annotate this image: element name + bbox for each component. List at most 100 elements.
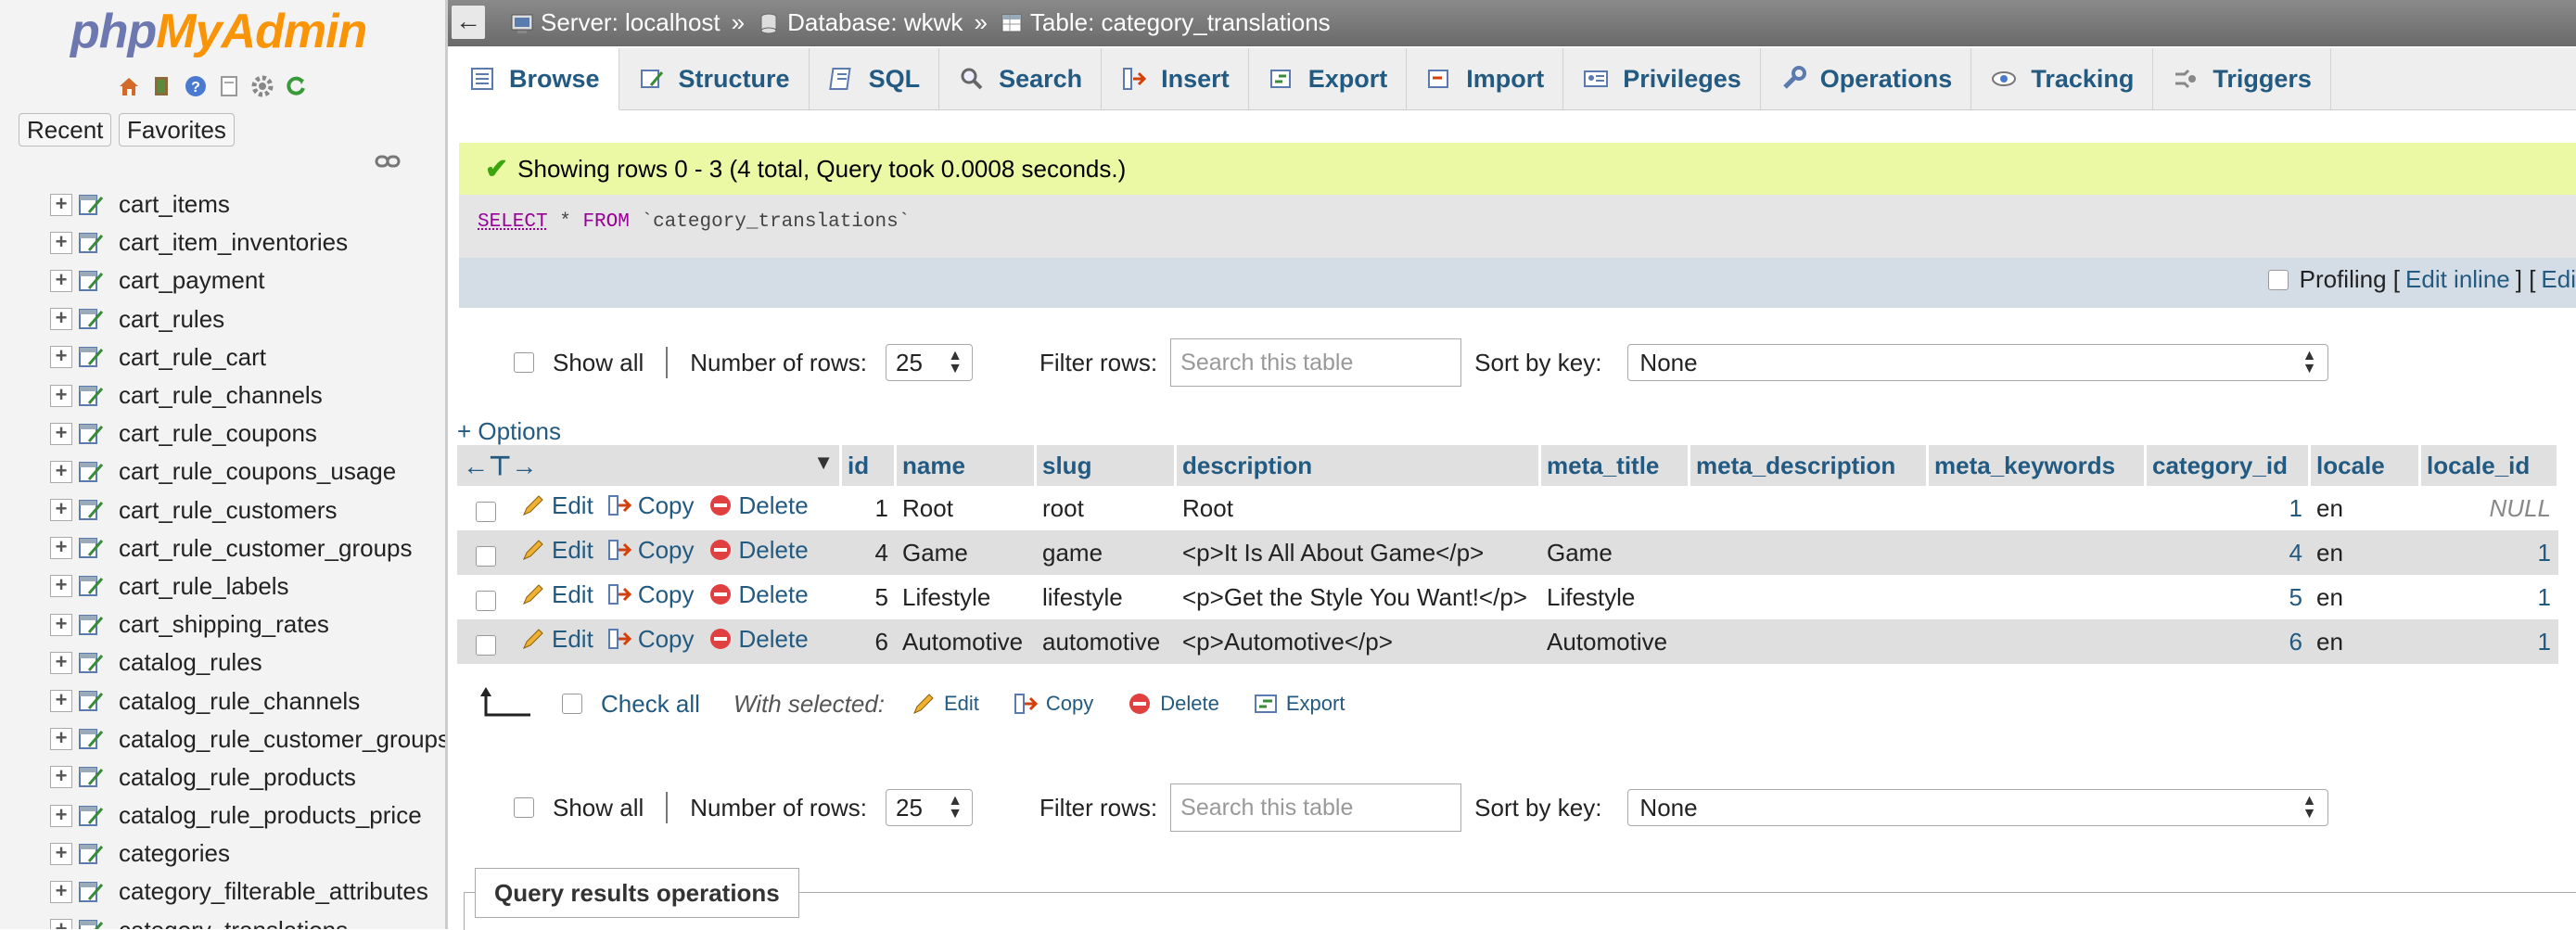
column-locale-id[interactable]: locale_id — [2419, 445, 2559, 486]
sidebar-item-cart-rule-coupons[interactable]: + cart_rule_coupons — [50, 414, 445, 452]
cell-description[interactable]: <p>Get the Style You Want!</p> — [1175, 575, 1540, 619]
tab-insert[interactable]: Insert — [1102, 48, 1249, 109]
sidebar-item-catalog-rule-products-price[interactable]: + catalog_rule_products_price — [50, 796, 445, 834]
cell-name[interactable]: Game — [895, 530, 1036, 575]
row-edit-button[interactable]: Edit — [520, 580, 593, 609]
row-checkbox[interactable] — [476, 591, 496, 612]
sidebar-item-cart-item-inventories[interactable]: + cart_item_inventories — [50, 223, 445, 261]
show-all-checkbox[interactable] — [514, 797, 534, 818]
tab-tracking[interactable]: Tracking — [1971, 48, 2154, 109]
sidebar-item-cart-rules[interactable]: + cart_rules — [50, 300, 445, 338]
cell-meta-title[interactable]: Lifestyle — [1539, 575, 1690, 619]
expand-plus-icon[interactable]: + — [50, 613, 72, 636]
breadcrumb-table[interactable]: Table: category_translations — [999, 8, 1331, 37]
sidebar-item-catalog-rule-products[interactable]: + catalog_rule_products — [50, 758, 445, 796]
breadcrumb-database[interactable]: Database: wkwk — [756, 8, 963, 37]
show-all-checkbox[interactable] — [514, 352, 534, 373]
column-name[interactable]: name — [895, 445, 1037, 486]
sort-by-key-select[interactable]: None ▲ ▼ — [1627, 789, 2329, 826]
tab-import[interactable]: Import — [1407, 48, 1564, 109]
cell-locale[interactable]: en — [2309, 619, 2420, 664]
table-structure-icon[interactable] — [78, 841, 106, 867]
row-checkbox[interactable] — [476, 546, 496, 567]
cell-locale[interactable]: en — [2309, 530, 2420, 575]
expand-plus-icon[interactable]: + — [50, 804, 72, 827]
sort-dropdown-icon[interactable]: ▼ — [813, 451, 834, 475]
sql-query[interactable]: SELECT * FROM `category_translations` — [478, 211, 910, 233]
column-meta-title[interactable]: meta_title — [1539, 445, 1690, 486]
table-structure-icon[interactable] — [78, 803, 106, 829]
sidebar-item-cart-rule-channels[interactable]: + cart_rule_channels — [50, 376, 445, 414]
home-icon[interactable] — [115, 72, 143, 100]
cell-meta-keywords[interactable] — [1927, 486, 2146, 530]
cell-category-id[interactable]: 5 — [2145, 575, 2310, 619]
cell-description[interactable]: <p>Automotive</p> — [1175, 619, 1540, 664]
table-structure-icon[interactable] — [78, 230, 106, 256]
reload-icon[interactable] — [282, 72, 310, 100]
collapse-navigation-button[interactable]: ← — [452, 6, 485, 39]
table-structure-icon[interactable] — [78, 726, 106, 752]
column-category-id[interactable]: category_id — [2145, 445, 2311, 486]
logout-icon[interactable] — [148, 72, 176, 100]
cell-meta-description[interactable] — [1689, 619, 1928, 664]
table-structure-icon[interactable] — [78, 688, 106, 714]
cell-meta-keywords[interactable] — [1927, 530, 2146, 575]
table-structure-icon[interactable] — [78, 573, 106, 599]
table-structure-icon[interactable] — [78, 344, 106, 370]
number-of-rows-select[interactable]: 25 ▲ ▼ — [886, 344, 974, 381]
filter-rows-input[interactable]: Search this table — [1170, 783, 1462, 832]
row-delete-button[interactable]: Delete — [708, 536, 809, 565]
sidebar-item-catalog-rule-channels[interactable]: + catalog_rule_channels — [50, 682, 445, 720]
row-edit-button[interactable]: Edit — [520, 625, 593, 654]
expand-plus-icon[interactable]: + — [50, 460, 72, 483]
profiling-checkbox[interactable] — [2267, 269, 2289, 290]
cell-meta-description[interactable] — [1689, 575, 1928, 619]
cell-slug[interactable]: root — [1035, 486, 1176, 530]
cell-name[interactable]: Root — [895, 486, 1036, 530]
expand-plus-icon[interactable]: + — [50, 728, 72, 751]
expand-plus-icon[interactable]: + — [50, 193, 72, 216]
row-checkbox[interactable] — [476, 635, 496, 656]
sidebar-item-cart-rule-cart[interactable]: + cart_rule_cart — [50, 338, 445, 376]
cell-locale[interactable]: en — [2309, 486, 2420, 530]
cell-category-id[interactable]: 6 — [2145, 619, 2310, 664]
table-structure-icon[interactable] — [78, 650, 106, 676]
cell-meta-keywords[interactable] — [1927, 619, 2146, 664]
number-of-rows-select[interactable]: 25 ▲ ▼ — [886, 789, 974, 826]
sidebar-item-catalog-rules[interactable]: + catalog_rules — [50, 643, 445, 682]
cell-meta-description[interactable] — [1689, 486, 1928, 530]
expand-plus-icon[interactable]: + — [50, 384, 72, 407]
recent-tab[interactable]: Recent — [19, 113, 112, 147]
table-structure-icon[interactable] — [78, 612, 106, 638]
table-structure-icon[interactable] — [78, 879, 106, 905]
row-copy-button[interactable]: Copy — [606, 536, 695, 565]
row-delete-button[interactable]: Delete — [708, 625, 809, 654]
tab-privileges[interactable]: Privileges — [1563, 48, 1761, 109]
table-structure-icon[interactable] — [78, 459, 106, 485]
column-locale[interactable]: locale — [2309, 445, 2421, 486]
breadcrumb-server[interactable]: Server: localhost — [509, 8, 721, 37]
tab-operations[interactable]: Operations — [1761, 48, 1972, 109]
cell-meta-title[interactable]: Automotive — [1539, 619, 1690, 664]
table-structure-icon[interactable] — [78, 268, 106, 294]
row-delete-button[interactable]: Delete — [708, 491, 809, 520]
sidebar-item-catalog-rule-customer-groups[interactable]: + catalog_rule_customer_groups — [50, 720, 445, 758]
tab-browse[interactable]: Browse — [450, 48, 619, 110]
expand-plus-icon[interactable]: + — [50, 537, 72, 560]
sidebar-item-cart-payment[interactable]: + cart_payment — [50, 261, 445, 299]
table-structure-icon[interactable] — [78, 917, 106, 929]
row-copy-button[interactable]: Copy — [606, 491, 695, 520]
cell-slug[interactable]: lifestyle — [1035, 575, 1176, 619]
sql-keyword-select[interactable]: SELECT — [478, 211, 548, 233]
table-structure-icon[interactable] — [78, 764, 106, 790]
row-copy-button[interactable]: Copy — [606, 625, 695, 654]
filter-rows-input[interactable]: Search this table — [1170, 338, 1462, 387]
help-icon[interactable]: ? — [182, 72, 210, 100]
row-edit-button[interactable]: Edit — [520, 536, 593, 565]
tab-triggers[interactable]: Triggers — [2153, 48, 2331, 109]
cell-id[interactable]: 6 — [840, 619, 896, 664]
cell-id[interactable]: 1 — [840, 486, 896, 530]
bulk-export-button[interactable]: Export — [1253, 691, 1345, 717]
sort-by-key-select[interactable]: None ▲ ▼ — [1627, 344, 2329, 381]
cell-locale[interactable]: en — [2309, 575, 2420, 619]
